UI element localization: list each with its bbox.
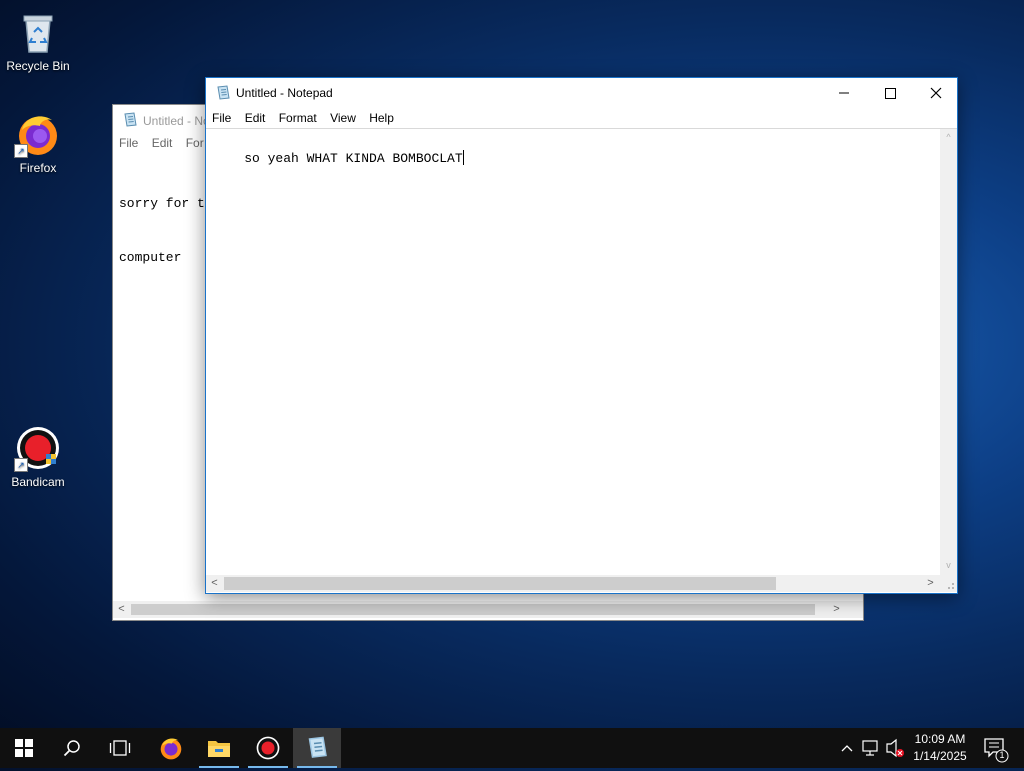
scroll-right-arrow-icon[interactable]: >: [828, 601, 845, 618]
taskbar-file-explorer[interactable]: [195, 728, 243, 768]
notepad-window[interactable]: Untitled - Notepad File Edit Format View…: [205, 77, 958, 594]
taskbar-bandicam[interactable]: [244, 728, 292, 768]
scroll-left-arrow-icon[interactable]: <: [113, 601, 130, 618]
desktop-icon-bandicam[interactable]: ↗ Bandicam: [0, 424, 76, 489]
text-editor[interactable]: sorry for t computer: [119, 159, 205, 303]
volume-tray-button[interactable]: [884, 728, 906, 768]
close-button[interactable]: [913, 78, 959, 108]
close-icon: [930, 87, 942, 99]
text-cursor: [462, 150, 464, 165]
maximize-icon: [885, 88, 896, 99]
desktop-icon-label: Firefox: [19, 161, 57, 175]
menu-edit[interactable]: Edit: [146, 133, 177, 150]
folder-icon: [208, 741, 230, 757]
network-tray-button[interactable]: [860, 728, 882, 768]
task-view-icon: [109, 740, 131, 756]
bandicam-icon: ↗: [14, 424, 62, 472]
notepad-icon: [308, 736, 327, 758]
resize-grip-icon: [948, 583, 954, 589]
minimize-icon: [839, 92, 849, 94]
recycle-bin-icon: [14, 8, 62, 56]
scroll-left-arrow-icon[interactable]: <: [206, 575, 223, 592]
windows-logo-icon: [15, 739, 33, 757]
chevron-up-icon: [841, 745, 853, 752]
desktop-icon-firefox[interactable]: ↗ Firefox: [0, 110, 76, 175]
scroll-right-arrow-icon[interactable]: >: [922, 575, 939, 592]
search-icon: [63, 740, 80, 757]
maximize-button[interactable]: [867, 78, 913, 108]
desktop-icon-recycle-bin[interactable]: Recycle Bin: [0, 8, 76, 73]
scroll-up-arrow-icon[interactable]: ^: [940, 129, 957, 146]
text-line: sorry for t: [119, 196, 205, 211]
menu-file[interactable]: File: [113, 133, 142, 150]
start-button[interactable]: [0, 728, 48, 768]
window-title: Untitled - Notepad: [236, 86, 333, 100]
horizontal-scrollbar[interactable]: < >: [206, 575, 940, 592]
network-icon: [862, 740, 878, 756]
notification-icon: [984, 738, 1009, 763]
window-title: Untitled - No: [143, 114, 210, 128]
scroll-down-arrow-icon[interactable]: v: [940, 557, 957, 574]
notepad-icon: [215, 85, 231, 104]
notification-count-badge: 1: [999, 750, 1005, 760]
editor-text: so yeah WHAT KINDA BOMBOCLAT: [244, 151, 463, 166]
menu-file[interactable]: File: [206, 108, 235, 125]
clock-date: 1/14/2025: [913, 749, 967, 763]
text-editor[interactable]: so yeah WHAT KINDA BOMBOCLAT: [213, 132, 464, 186]
menu-bar: File Edit Format View Help: [206, 108, 957, 128]
horizontal-scrollbar[interactable]: < >: [113, 601, 863, 618]
notepad-icon: [122, 112, 138, 131]
desktop-icon-label: Recycle Bin: [6, 59, 70, 73]
menu-help[interactable]: Help: [363, 108, 398, 125]
clock-time: 10:09 AM: [914, 732, 966, 746]
volume-muted-icon: [886, 738, 904, 758]
firefox-icon: ↗: [14, 110, 62, 158]
clock[interactable]: 10:09 AM 1/14/2025: [908, 728, 972, 768]
taskbar: 10:09 AM 1/14/2025 1: [0, 728, 1024, 768]
resize-grip[interactable]: [940, 575, 957, 592]
taskbar-firefox[interactable]: [147, 728, 195, 768]
menu-format[interactable]: For: [180, 133, 208, 150]
menu-view[interactable]: View: [324, 108, 360, 125]
text-line: computer: [119, 250, 182, 265]
action-center-button[interactable]: 1: [978, 728, 1018, 768]
title-bar[interactable]: Untitled - Notepad: [206, 78, 957, 108]
tray-chevron[interactable]: [838, 728, 856, 768]
search-button[interactable]: [48, 728, 96, 768]
scrollbar-thumb[interactable]: [224, 577, 776, 590]
desktop-icon-label: Bandicam: [11, 475, 65, 489]
menu-format[interactable]: Format: [273, 108, 321, 125]
shortcut-arrow-icon: ↗: [14, 144, 28, 158]
firefox-icon: [160, 738, 182, 760]
scrollbar-thumb[interactable]: [131, 604, 815, 615]
bandicam-icon: [256, 736, 280, 760]
minimize-button[interactable]: [821, 78, 867, 108]
vertical-scrollbar[interactable]: ^ v: [940, 129, 957, 576]
shortcut-arrow-icon: ↗: [14, 458, 28, 472]
menu-edit[interactable]: Edit: [239, 108, 270, 125]
taskbar-notepad[interactable]: [293, 728, 341, 768]
task-view-button[interactable]: [96, 728, 144, 768]
